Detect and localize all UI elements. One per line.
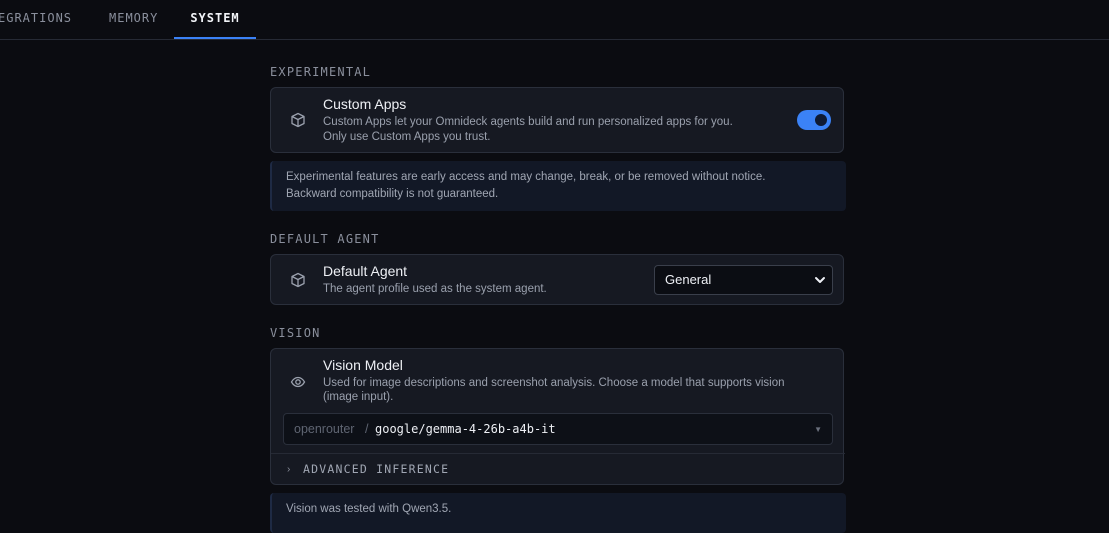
default-agent-select[interactable]: General (654, 265, 833, 295)
custom-apps-card: Custom Apps Custom Apps let your Omnidec… (270, 87, 844, 153)
tab-memory[interactable]: MEMORY (109, 0, 158, 39)
vision-model-title: Vision Model (323, 357, 403, 373)
eye-icon (290, 376, 306, 388)
vision-note-text: Vision was tested with Qwen3.5. (286, 503, 452, 515)
experimental-note-line2: Backward compatibility is not guaranteed… (286, 188, 499, 200)
vision-model-card: Vision Model Used for image descriptions… (270, 348, 845, 485)
vision-model-desc-line2: (image input). (323, 391, 394, 403)
cube-icon (291, 112, 305, 128)
advanced-inference-label: ADVANCED INFERENCE (303, 462, 450, 476)
custom-apps-title: Custom Apps (323, 96, 407, 112)
default-agent-title: Default Agent (323, 263, 408, 279)
model-provider: openrouter (294, 422, 355, 436)
tab-bar: EGRATIONS MEMORY SYSTEM (0, 0, 1109, 40)
default-agent-desc: The agent profile used as the system age… (323, 283, 547, 295)
default-agent-card: Default Agent The agent profile used as … (270, 254, 844, 305)
chevron-down-icon (815, 277, 825, 283)
advanced-inference-toggle[interactable]: › ADVANCED INFERENCE (271, 453, 845, 483)
section-title-vision: VISION (270, 326, 321, 340)
default-agent-selected-value: General (665, 272, 712, 287)
vision-note: Vision was tested with Qwen3.5. (270, 493, 846, 533)
chevron-right-icon: › (287, 464, 291, 475)
model-name: google/gemma-4-26b-a4b-it (375, 422, 556, 436)
experimental-note: Experimental features are early access a… (270, 161, 846, 211)
tab-integrations[interactable]: EGRATIONS (0, 0, 72, 39)
caret-down-icon: ▼ (814, 425, 822, 434)
vision-model-input[interactable]: openrouter / google/gemma-4-26b-a4b-it ▼ (283, 413, 833, 445)
tab-system[interactable]: SYSTEM (174, 0, 256, 39)
section-title-default-agent: DEFAULT AGENT (270, 232, 380, 246)
cube-icon (291, 272, 305, 288)
custom-apps-toggle[interactable] (797, 110, 831, 130)
custom-apps-desc-line2: Only use Custom Apps you trust. (323, 131, 491, 143)
model-separator: / (365, 422, 369, 436)
vision-model-desc-line1: Used for image descriptions and screensh… (323, 377, 785, 389)
toggle-knob (815, 114, 827, 126)
section-title-experimental: EXPERIMENTAL (270, 65, 372, 79)
experimental-note-line1: Experimental features are early access a… (286, 171, 766, 183)
custom-apps-desc-line1: Custom Apps let your Omnideck agents bui… (323, 116, 733, 128)
